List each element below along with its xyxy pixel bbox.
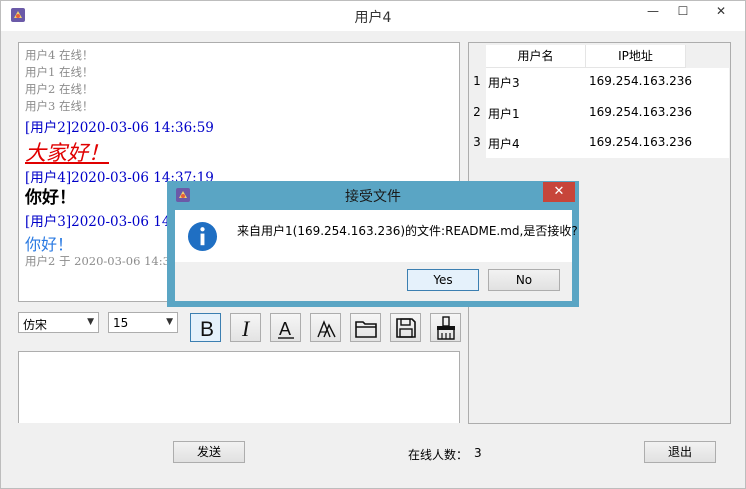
svg-text:A: A xyxy=(279,319,291,339)
close-button[interactable]: ✕ xyxy=(698,1,744,21)
italic-button[interactable]: I xyxy=(230,313,261,342)
open-file-button[interactable] xyxy=(350,313,381,342)
dialog-body: 来自用户1(169.254.163.236)的文件:README.md,是否接收… xyxy=(175,210,578,301)
chevron-down-icon: ▼ xyxy=(166,317,173,327)
maximize-button[interactable]: ☐ xyxy=(668,1,698,21)
dialog-message-area: 来自用户1(169.254.163.236)的文件:README.md,是否接收… xyxy=(175,210,578,262)
svg-text:I: I xyxy=(241,316,251,340)
color-icon xyxy=(317,320,336,338)
column-header-username[interactable]: 用户名 xyxy=(486,45,586,68)
font-family-select[interactable]: 仿宋 ▼ xyxy=(18,312,99,333)
svg-text:B: B xyxy=(200,318,214,340)
minimize-button[interactable]: — xyxy=(638,1,668,21)
underline-button[interactable]: A xyxy=(270,313,301,342)
bottom-panel xyxy=(18,423,729,485)
font-size-select[interactable]: 15 ▼ xyxy=(108,312,178,333)
table-cell-ip[interactable]: 169.254.163.236 xyxy=(589,105,692,119)
dialog-message: 来自用户1(169.254.163.236)的文件:README.md,是否接收… xyxy=(237,224,578,238)
bold-button[interactable]: B xyxy=(190,313,221,342)
window-title: 用户4 xyxy=(354,10,392,26)
table-cell-username[interactable]: 用户1 xyxy=(488,105,520,122)
send-button[interactable]: 发送 xyxy=(173,441,245,463)
color-button[interactable] xyxy=(310,313,341,342)
info-icon xyxy=(187,221,218,252)
message-header: [用户2]2020-03-06 14:36:59 xyxy=(25,120,214,136)
exit-button[interactable]: 退出 xyxy=(644,441,716,463)
title-bar: 用户4 — ☐ ✕ xyxy=(1,1,745,31)
dialog-close-button[interactable]: ✕ xyxy=(543,182,575,202)
column-header-ip[interactable]: IP地址 xyxy=(586,45,686,68)
row-number[interactable]: 3 xyxy=(469,135,485,149)
message-text: 你好！ xyxy=(25,188,76,208)
clear-icon xyxy=(437,316,455,340)
clear-button[interactable] xyxy=(430,313,461,342)
message-text: 大家好！ xyxy=(25,141,109,165)
no-button[interactable]: No xyxy=(488,269,560,291)
table-cell-username[interactable]: 用户4 xyxy=(488,135,520,152)
system-line: 用户3 在线！ xyxy=(25,99,94,113)
table-cell-ip[interactable]: 169.254.163.236 xyxy=(589,74,692,88)
system-line: 用户2 在线！ xyxy=(25,82,94,96)
table-cell-ip[interactable]: 169.254.163.236 xyxy=(589,135,692,149)
accept-file-dialog: 接受文件 ✕ 来自用户1(169.254.163.236)的文件:README.… xyxy=(167,181,579,307)
online-count-label: 在线人数： xyxy=(408,448,469,462)
system-line: 用户1 在线！ xyxy=(25,65,94,79)
system-line: 用户4 在线！ xyxy=(25,48,94,62)
yes-button[interactable]: Yes xyxy=(407,269,479,291)
chevron-down-icon: ▼ xyxy=(87,317,94,327)
row-number[interactable]: 1 xyxy=(469,74,485,88)
save-icon xyxy=(396,318,416,338)
dialog-title: 接受文件 xyxy=(345,189,401,205)
italic-icon: I xyxy=(241,316,251,340)
font-size-value: 15 xyxy=(113,316,129,330)
folder-icon xyxy=(355,321,377,338)
main-window: 用户4 — ☐ ✕ 用户4 在线！ 用户1 在线！ 用户2 在线！ 用户3 在线… xyxy=(0,0,746,489)
online-count-value: 3 xyxy=(474,446,482,460)
row-number[interactable]: 2 xyxy=(469,105,485,119)
table-cell-username[interactable]: 用户3 xyxy=(488,74,520,91)
underline-icon: A xyxy=(278,319,294,339)
font-family-value: 仿宋 xyxy=(23,318,48,332)
bold-icon: B xyxy=(200,318,214,340)
message-input[interactable] xyxy=(18,351,460,425)
message-text: 你好！ xyxy=(25,235,74,254)
save-button[interactable] xyxy=(390,313,421,342)
